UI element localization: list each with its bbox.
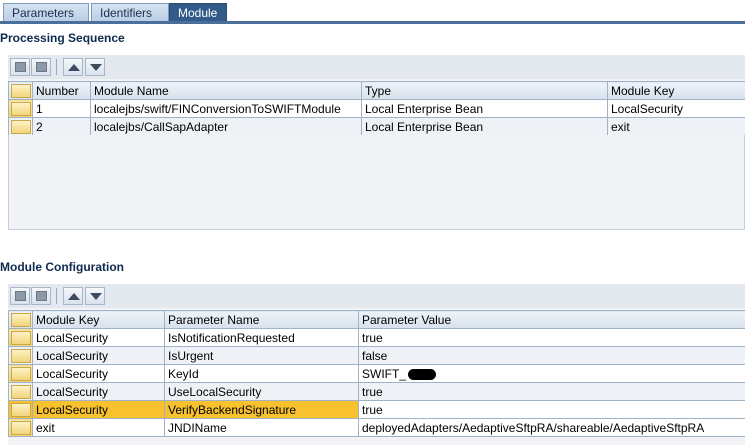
table-row[interactable]: LocalSecurity IsNotificationRequested tr… <box>8 328 745 347</box>
type-cell[interactable]: Local Enterprise Bean <box>361 117 608 136</box>
number-cell[interactable]: 2 <box>32 117 91 136</box>
move-down-icon <box>90 64 102 71</box>
table-row-selected[interactable]: LocalSecurity VerifyBackendSignature tru… <box>8 400 745 419</box>
row-selector-icon <box>10 402 31 417</box>
delete-row-button[interactable] <box>31 58 51 76</box>
table-row[interactable]: 1 localejbs/swift/FINConversionToSWIFTMo… <box>8 99 745 118</box>
module-key-cell[interactable]: LocalSecurity <box>607 99 745 118</box>
move-up-button[interactable] <box>63 287 83 305</box>
module-key-cell[interactable]: LocalSecurity <box>32 400 165 419</box>
tab-module[interactable]: Module <box>169 3 227 22</box>
table-row[interactable]: LocalSecurity IsUrgent false <box>8 346 745 365</box>
processing-toolbar <box>8 55 745 79</box>
move-up-icon <box>68 64 80 71</box>
table-header-row: Module Key Parameter Name Parameter Valu… <box>8 310 745 329</box>
row-selector-icon <box>10 348 31 363</box>
column-header[interactable]: Module Name <box>90 81 362 100</box>
module-key-cell[interactable]: LocalSecurity <box>32 328 165 347</box>
parameter-value-cell[interactable]: deployedAdapters/AedaptiveSftpRA/shareab… <box>358 418 745 437</box>
type-cell[interactable]: Local Enterprise Bean <box>361 99 608 118</box>
column-header[interactable]: Parameter Value <box>358 310 745 329</box>
configuration-toolbar <box>8 284 745 308</box>
parameter-value-cell[interactable]: true <box>358 328 745 347</box>
row-selector-icon <box>10 384 31 399</box>
parameter-value-text: SWIFT_ <box>362 366 406 381</box>
processing-sequence-title: Processing Sequence <box>0 31 125 45</box>
module-key-cell[interactable]: exit <box>607 117 745 136</box>
select-all-cell[interactable] <box>8 81 33 100</box>
processing-sequence-table: Number Module Name Type Module Key 1 loc… <box>8 81 745 136</box>
table-row[interactable]: LocalSecurity UseLocalSecurity true <box>8 382 745 401</box>
toolbar-separator <box>56 59 57 75</box>
parameter-value-cell[interactable]: SWIFT_ <box>358 364 745 383</box>
module-configuration-title: Module Configuration <box>0 260 124 274</box>
column-header[interactable]: Module Key <box>607 81 745 100</box>
delete-row-icon <box>36 62 47 72</box>
table-row[interactable]: LocalSecurity KeyId SWIFT_ <box>8 364 745 383</box>
parameter-value-cell[interactable]: false <box>358 346 745 365</box>
column-header[interactable]: Type <box>361 81 608 100</box>
row-selector-icon <box>10 119 31 134</box>
row-selector[interactable] <box>8 328 33 347</box>
row-selector-icon <box>10 83 31 98</box>
number-cell[interactable]: 1 <box>32 99 91 118</box>
column-header[interactable]: Module Key <box>32 310 165 329</box>
row-selector-icon <box>10 330 31 345</box>
insert-row-icon <box>15 291 26 301</box>
row-selector[interactable] <box>8 364 33 383</box>
delete-row-icon <box>36 291 47 301</box>
row-selector[interactable] <box>8 117 33 136</box>
move-down-button[interactable] <box>85 58 105 76</box>
processing-empty-area <box>8 135 745 230</box>
column-header[interactable]: Number <box>32 81 91 100</box>
table-row[interactable]: 2 localejbs/CallSapAdapter Local Enterpr… <box>8 117 745 136</box>
parameter-value-cell[interactable]: true <box>358 382 745 401</box>
column-header[interactable]: Parameter Name <box>164 310 359 329</box>
row-selector-icon <box>10 312 31 327</box>
insert-row-icon <box>15 62 26 72</box>
tab-baseline <box>0 21 745 24</box>
module-key-cell[interactable]: exit <box>32 418 165 437</box>
module-name-cell[interactable]: localejbs/swift/FINConversionToSWIFTModu… <box>90 99 362 118</box>
parameter-name-cell[interactable]: JNDIName <box>164 418 359 437</box>
row-selector-icon <box>10 366 31 381</box>
parameter-name-cell[interactable]: UseLocalSecurity <box>164 382 359 401</box>
tab-parameters[interactable]: Parameters <box>3 3 89 22</box>
move-up-button[interactable] <box>63 58 83 76</box>
module-key-cell[interactable]: LocalSecurity <box>32 364 165 383</box>
move-up-icon <box>68 293 80 300</box>
row-selector[interactable] <box>8 99 33 118</box>
processing-sequence-panel: Number Module Name Type Module Key 1 loc… <box>8 55 745 230</box>
module-key-cell[interactable]: LocalSecurity <box>32 382 165 401</box>
row-selector[interactable] <box>8 382 33 401</box>
select-all-cell[interactable] <box>8 310 33 329</box>
table-header-row: Number Module Name Type Module Key <box>8 81 745 100</box>
parameter-value-cell[interactable]: true <box>358 400 745 419</box>
row-selector[interactable] <box>8 418 33 437</box>
redaction-mark <box>408 368 436 380</box>
tab-identifiers[interactable]: Identifiers <box>91 3 169 22</box>
table-row[interactable]: exit JNDIName deployedAdapters/Aedaptive… <box>8 418 745 437</box>
parameter-name-cell[interactable]: VerifyBackendSignature <box>164 400 359 419</box>
insert-row-button[interactable] <box>10 287 30 305</box>
move-down-icon <box>90 293 102 300</box>
tab-strip: Parameters Identifiers Module <box>0 0 745 24</box>
parameter-name-cell[interactable]: KeyId <box>164 364 359 383</box>
row-selector-icon <box>10 101 31 116</box>
delete-row-button[interactable] <box>31 287 51 305</box>
parameter-name-cell[interactable]: IsNotificationRequested <box>164 328 359 347</box>
row-selector[interactable] <box>8 400 33 419</box>
module-configuration-table: Module Key Parameter Name Parameter Valu… <box>8 310 745 437</box>
insert-row-button[interactable] <box>10 58 30 76</box>
row-selector-icon <box>10 420 31 435</box>
toolbar-separator <box>56 288 57 304</box>
module-name-cell[interactable]: localejbs/CallSapAdapter <box>90 117 362 136</box>
parameter-name-cell[interactable]: IsUrgent <box>164 346 359 365</box>
row-selector[interactable] <box>8 346 33 365</box>
module-key-cell[interactable]: LocalSecurity <box>32 346 165 365</box>
move-down-button[interactable] <box>85 287 105 305</box>
module-configuration-panel: Module Key Parameter Name Parameter Valu… <box>8 284 745 445</box>
